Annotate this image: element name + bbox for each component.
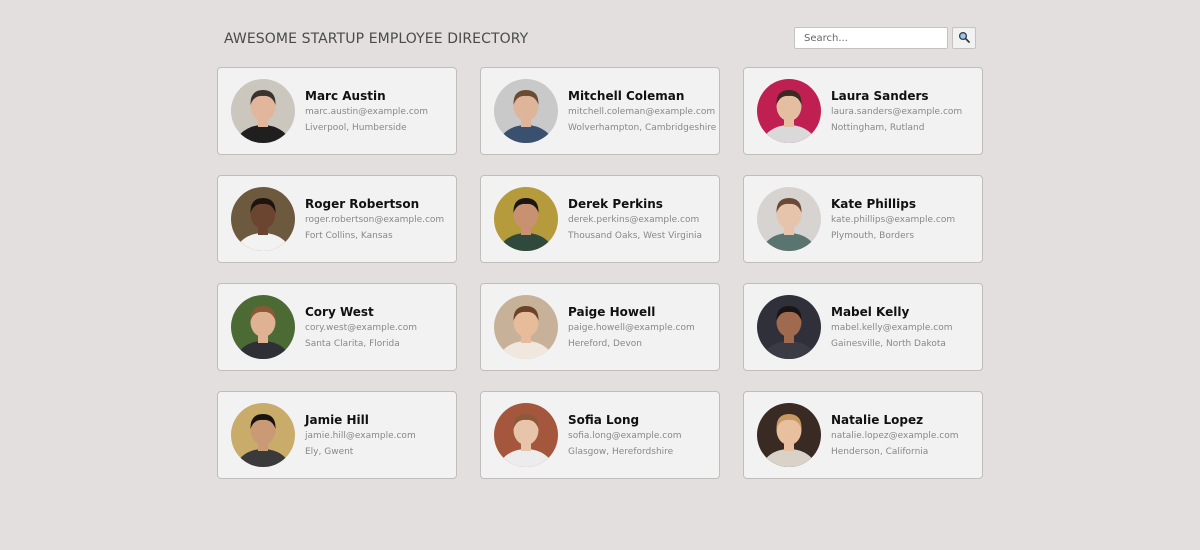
employee-info: Derek Perkins derek.perkins@example.com Th… — [568, 196, 702, 242]
employee-name: Marc Austin — [305, 89, 386, 103]
employee-email: jamie.hill@example.com — [305, 431, 416, 441]
avatar — [494, 187, 558, 251]
employee-location: Liverpool, Humberside — [305, 123, 407, 133]
employee-card[interactable]: Roger Robertson roger.robertson@example.c… — [217, 175, 457, 263]
employee-email: paige.howell@example.com — [568, 323, 695, 333]
employee-info: Marc Austin marc.austin@example.com Liverp… — [305, 88, 428, 134]
employee-info: Mabel Kelly mabel.kelly@example.com Gaines… — [831, 304, 952, 350]
employee-card[interactable]: Jamie Hill jamie.hill@example.com Ely, Gwe… — [217, 391, 457, 479]
employee-info: Paige Howell paige.howell@example.com Here… — [568, 304, 695, 350]
employee-email: laura.sanders@example.com — [831, 107, 963, 117]
employee-name: Kate Phillips — [831, 197, 916, 211]
employee-card[interactable]: Kate Phillips kate.phillips@example.com Pl… — [743, 175, 983, 263]
employee-email: cory.west@example.com — [305, 323, 417, 333]
employee-info: Roger Robertson roger.robertson@example.c… — [305, 196, 444, 242]
employee-location: Gainesville, North Dakota — [831, 339, 946, 349]
employee-location: Henderson, California — [831, 447, 929, 457]
search-input[interactable] — [794, 27, 948, 49]
avatar — [494, 295, 558, 359]
avatar — [231, 295, 295, 359]
employee-info: Jamie Hill jamie.hill@example.com Ely, Gwe… — [305, 412, 416, 458]
avatar — [757, 295, 821, 359]
employee-name: Derek Perkins — [568, 197, 663, 211]
employee-card[interactable]: Sofia Long sofia.long@example.com Glasgow,… — [480, 391, 720, 479]
employee-card[interactable]: Cory West cory.west@example.com Santa Clar… — [217, 283, 457, 371]
avatar — [494, 79, 558, 143]
employee-email: roger.robertson@example.com — [305, 215, 445, 225]
avatar — [757, 187, 821, 251]
employee-email: natalie.lopez@example.com — [831, 431, 959, 441]
avatar — [231, 403, 295, 467]
employee-grid: Marc Austin marc.austin@example.com Liverp… — [217, 67, 983, 479]
page-title: AWESOME STARTUP EMPLOYEE DIRECTORY — [224, 31, 529, 47]
employee-name: Mitchell Coleman — [568, 89, 685, 103]
employee-name: Mabel Kelly — [831, 305, 910, 319]
employee-info: Laura Sanders laura.sanders@example.com No… — [831, 88, 962, 134]
employee-info: Sofia Long sofia.long@example.com Glasgow,… — [568, 412, 681, 458]
employee-location: Wolverhampton, Cambridgeshire — [568, 123, 717, 133]
employee-email: mabel.kelly@example.com — [831, 323, 953, 333]
avatar — [757, 403, 821, 467]
employee-location: Santa Clarita, Florida — [305, 339, 400, 349]
employee-location: Hereford, Devon — [568, 339, 642, 349]
employee-email: sofia.long@example.com — [568, 431, 682, 441]
avatar — [757, 79, 821, 143]
employee-info: Natalie Lopez natalie.lopez@example.com He… — [831, 412, 958, 458]
employee-email: marc.austin@example.com — [305, 107, 429, 117]
employee-location: Glasgow, Herefordshire — [568, 447, 674, 457]
employee-info: Kate Phillips kate.phillips@example.com Pl… — [831, 196, 955, 242]
employee-name: Sofia Long — [568, 413, 640, 427]
employee-location: Nottingham, Rutland — [831, 123, 925, 133]
employee-email: mitchell.coleman@example.com — [568, 107, 716, 117]
employee-info: Mitchell Coleman mitchell.coleman@example… — [568, 88, 716, 134]
employee-location: Fort Collins, Kansas — [305, 231, 393, 241]
employee-name: Laura Sanders — [831, 89, 929, 103]
employee-name: Natalie Lopez — [831, 413, 924, 427]
employee-card[interactable]: Laura Sanders laura.sanders@example.com No… — [743, 67, 983, 155]
search-icon — [958, 31, 970, 46]
employee-card[interactable]: Natalie Lopez natalie.lopez@example.com He… — [743, 391, 983, 479]
search-bar — [794, 27, 976, 49]
employee-name: Roger Robertson — [305, 197, 420, 211]
employee-email: derek.perkins@example.com — [568, 215, 700, 225]
avatar — [494, 403, 558, 467]
employee-info: Cory West cory.west@example.com Santa Clar… — [305, 304, 417, 350]
employee-card[interactable]: Derek Perkins derek.perkins@example.com Th… — [480, 175, 720, 263]
employee-location: Plymouth, Borders — [831, 231, 915, 241]
employee-card[interactable]: Mabel Kelly mabel.kelly@example.com Gaines… — [743, 283, 983, 371]
avatar — [231, 79, 295, 143]
employee-name: Paige Howell — [568, 305, 656, 319]
employee-card[interactable]: Marc Austin marc.austin@example.com Liverp… — [217, 67, 457, 155]
employee-location: Thousand Oaks, West Virginia — [568, 231, 703, 241]
employee-name: Jamie Hill — [305, 413, 369, 427]
search-button[interactable] — [952, 27, 976, 49]
employee-card[interactable]: Paige Howell paige.howell@example.com Here… — [480, 283, 720, 371]
employee-email: kate.phillips@example.com — [831, 215, 956, 225]
avatar — [231, 187, 295, 251]
employee-card[interactable]: Mitchell Coleman mitchell.coleman@example… — [480, 67, 720, 155]
employee-name: Cory West — [305, 305, 374, 319]
employee-location: Ely, Gwent — [305, 447, 354, 457]
